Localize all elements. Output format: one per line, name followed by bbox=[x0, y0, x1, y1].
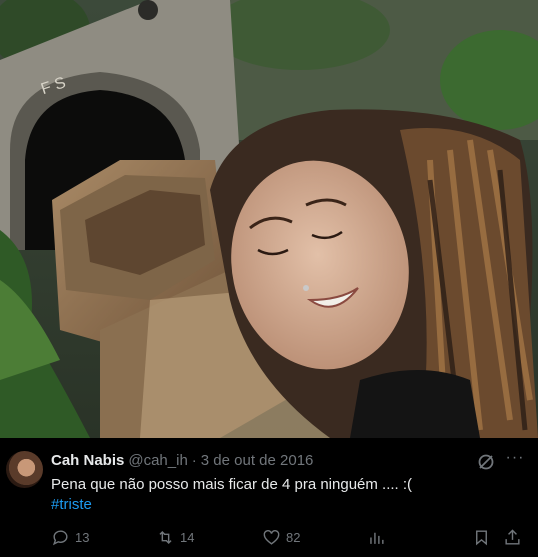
tweet-header: Cah Nabis @cah_ih · 3 de out de 2016 bbox=[51, 452, 313, 469]
more-icon[interactable]: ··· bbox=[504, 450, 526, 472]
tweet[interactable]: Cah Nabis @cah_ih · 3 de out de 2016 ··· Pe… bbox=[0, 438, 538, 557]
reply-count: 13 bbox=[75, 529, 90, 545]
retweet-icon bbox=[159, 530, 172, 544]
tweet-date[interactable]: 3 de out de 2016 bbox=[201, 452, 314, 469]
avatar[interactable] bbox=[6, 451, 43, 488]
user-handle[interactable]: @cah_ih bbox=[128, 452, 187, 469]
separator: · bbox=[191, 452, 197, 469]
tweet-photo[interactable]: F S bbox=[0, 0, 538, 438]
share-button[interactable] bbox=[503, 526, 522, 548]
reply-icon bbox=[52, 529, 68, 545]
grok-icon[interactable] bbox=[476, 452, 496, 472]
display-name[interactable]: Cah Nabis bbox=[51, 452, 124, 469]
bookmark-icon bbox=[476, 529, 487, 545]
tweet-text: Pena que não posso mais ficar de 4 pra n… bbox=[51, 476, 413, 493]
views-icon bbox=[370, 532, 384, 544]
like-count: 82 bbox=[286, 529, 301, 545]
retweet-button[interactable]: 14 bbox=[156, 526, 194, 548]
reply-button[interactable]: 13 bbox=[51, 526, 89, 548]
hashtag-link[interactable]: #triste bbox=[51, 495, 92, 515]
retweet-count: 14 bbox=[180, 529, 195, 545]
like-button[interactable]: 82 bbox=[262, 526, 300, 548]
bookmark-button[interactable] bbox=[472, 526, 491, 548]
share-icon bbox=[505, 528, 520, 545]
like-icon bbox=[263, 529, 280, 545]
action-bar: 13 14 82 bbox=[0, 526, 538, 548]
views-button[interactable] bbox=[367, 526, 386, 548]
